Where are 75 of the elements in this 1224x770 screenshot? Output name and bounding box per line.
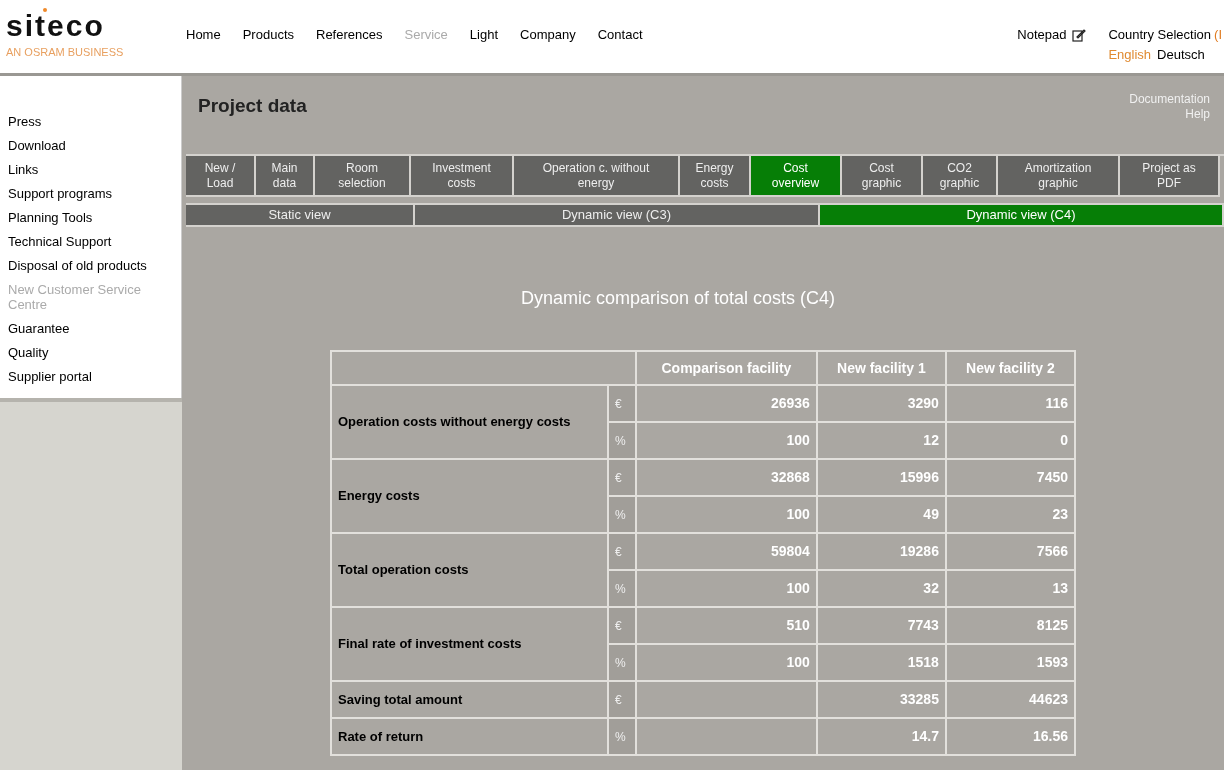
- value-cell: 3290: [816, 385, 946, 422]
- tab[interactable]: Amortization graphic: [998, 156, 1120, 197]
- tab[interactable]: Project as PDF: [1120, 156, 1220, 197]
- nav-link[interactable]: Home: [186, 25, 221, 45]
- value-cell: 32868: [636, 459, 817, 496]
- nav-link[interactable]: Products: [242, 25, 294, 45]
- row-label: Energy costs: [331, 459, 608, 533]
- value-cell: 12: [816, 422, 946, 459]
- sidebar-item[interactable]: Links: [8, 162, 171, 177]
- row-label: Saving total amount: [331, 681, 608, 718]
- sidebar-item[interactable]: Guarantee: [8, 321, 171, 336]
- sidebar-item[interactable]: Technical Support: [8, 234, 171, 249]
- note-edit-icon: [1072, 27, 1087, 42]
- tab[interactable]: Cost graphic: [842, 156, 923, 197]
- notepad-link[interactable]: Notepad: [1017, 25, 1067, 45]
- tab[interactable]: Operation c. without energy: [514, 156, 680, 197]
- value-cell: 7450: [945, 459, 1075, 496]
- value-cell: 59804: [636, 533, 817, 570]
- value-cell: 510: [636, 607, 817, 644]
- view-tab[interactable]: Dynamic view (C4): [820, 205, 1224, 227]
- value-cell: 33285: [816, 681, 946, 718]
- sidebar-item[interactable]: Support programs: [8, 186, 171, 201]
- tab[interactable]: Room selection: [315, 156, 411, 197]
- tab[interactable]: Main data: [256, 156, 315, 197]
- country-code: (I: [1214, 26, 1222, 44]
- value-cell: 7566: [945, 533, 1075, 570]
- value-cell: 23: [945, 496, 1075, 533]
- view-tab[interactable]: Dynamic view (C3): [415, 205, 820, 227]
- value-cell: 14.7: [816, 718, 946, 755]
- value-cell: 100: [636, 496, 817, 533]
- nav-link[interactable]: Contact: [597, 25, 643, 45]
- sidebar-item[interactable]: Disposal of old products: [8, 258, 171, 273]
- value-cell: 49: [816, 496, 946, 533]
- value-cell: 44623: [945, 681, 1075, 718]
- sidebar-item[interactable]: Supplier portal: [8, 369, 171, 384]
- nav-link[interactable]: Company: [520, 25, 576, 45]
- value-cell: 1593: [945, 644, 1075, 681]
- value-cell: 7743: [816, 607, 946, 644]
- sidebar-item[interactable]: Quality: [8, 345, 171, 360]
- value-cell: 19286: [816, 533, 946, 570]
- page-title: Project data: [198, 94, 307, 118]
- logo-wordmark: siteco: [6, 12, 105, 40]
- value-cell: 100: [636, 422, 817, 459]
- nav-link[interactable]: References: [316, 25, 383, 45]
- column-header: Comparison facility: [636, 351, 817, 385]
- column-header: New facility 2: [945, 351, 1075, 385]
- row-label: Operation costs without energy costs: [331, 385, 608, 459]
- value-cell: 116: [945, 385, 1075, 422]
- value-cell: 13: [945, 570, 1075, 607]
- sidebar-item[interactable]: Press: [8, 114, 171, 129]
- row-label: Total operation costs: [331, 533, 608, 607]
- value-cell: 32: [816, 570, 946, 607]
- tab[interactable]: New / Load: [186, 156, 256, 197]
- language-link[interactable]: Deutsch: [1157, 44, 1205, 64]
- nav-link[interactable]: Light: [469, 25, 499, 45]
- value-cell: 100: [636, 570, 817, 607]
- value-cell: 15996: [816, 459, 946, 496]
- value-cell: 1518: [816, 644, 946, 681]
- sidebar-item[interactable]: Planning Tools: [8, 210, 171, 225]
- row-label: Final rate of investment costs: [331, 607, 608, 681]
- view-tab[interactable]: Static view: [186, 205, 415, 227]
- tab[interactable]: CO2 graphic: [923, 156, 998, 197]
- value-cell: 26936: [636, 385, 817, 422]
- row-label: Rate of return: [331, 718, 608, 755]
- tab[interactable]: Investment costs: [411, 156, 514, 197]
- value-cell: 100: [636, 644, 817, 681]
- value-cell: 8125: [945, 607, 1075, 644]
- column-header: New facility 1: [816, 351, 946, 385]
- country-selection-link[interactable]: Country Selection: [1108, 25, 1212, 45]
- sidebar-item[interactable]: Download: [8, 138, 171, 153]
- value-cell: 16.56: [945, 718, 1075, 755]
- logo-tagline: AN OSRAM BUSINESS: [6, 45, 124, 60]
- tab[interactable]: Energy costs: [680, 156, 751, 197]
- value-cell: 0: [945, 422, 1075, 459]
- tab[interactable]: Cost overview: [751, 156, 842, 197]
